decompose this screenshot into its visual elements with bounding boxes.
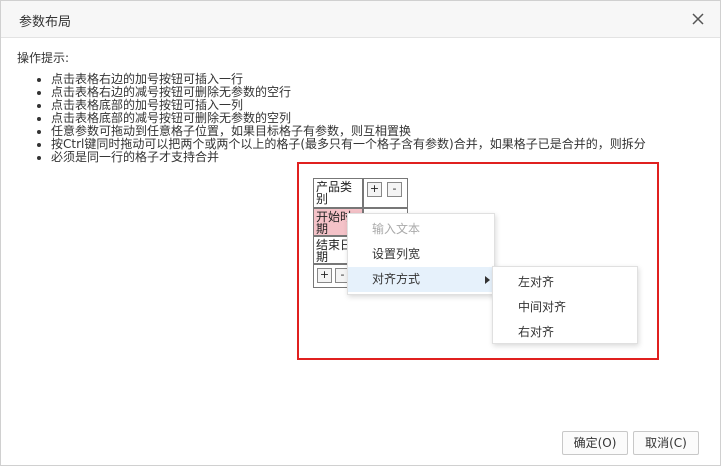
alignment-submenu: 左对齐 中间对齐 右对齐 xyxy=(492,266,638,344)
submenu-arrow-icon xyxy=(485,276,490,284)
submenu-item-align-right[interactable]: 右对齐 xyxy=(493,320,637,345)
param-layout-dialog: 参数布局 操作提示: 点击表格右边的加号按钮可插入一行 点击表格右边的减号按钮可… xyxy=(0,0,721,466)
add-row-button[interactable]: + xyxy=(367,182,382,197)
close-icon[interactable] xyxy=(690,11,706,27)
menu-item-input-text: 输入文本 xyxy=(372,222,421,236)
dialog-title: 参数布局 xyxy=(19,15,72,30)
menu-item-alignment-label: 对齐方式 xyxy=(372,272,421,286)
dialog-titlebar: 参数布局 xyxy=(1,1,720,38)
tips-heading: 操作提示: xyxy=(17,51,70,65)
add-column-button[interactable]: + xyxy=(317,268,332,283)
menu-item-alignment[interactable]: 对齐方式 xyxy=(348,267,494,292)
submenu-item-align-center[interactable]: 中间对齐 xyxy=(493,295,637,320)
param-cell-product-category[interactable]: 产品类别 xyxy=(313,178,363,208)
ok-button[interactable]: 确定(O) xyxy=(562,431,628,455)
remove-row-button[interactable]: - xyxy=(387,182,402,197)
menu-item-set-column-width[interactable]: 设置列宽 xyxy=(348,242,494,267)
submenu-item-align-left[interactable]: 左对齐 xyxy=(493,270,637,295)
tips-list: 点击表格右边的加号按钮可插入一行 点击表格右边的减号按钮可删除无参数的空行 点击… xyxy=(35,73,646,164)
context-menu: 输入文本 设置列宽 对齐方式 xyxy=(347,213,495,295)
cancel-button[interactable]: 取消(C) xyxy=(633,431,699,455)
